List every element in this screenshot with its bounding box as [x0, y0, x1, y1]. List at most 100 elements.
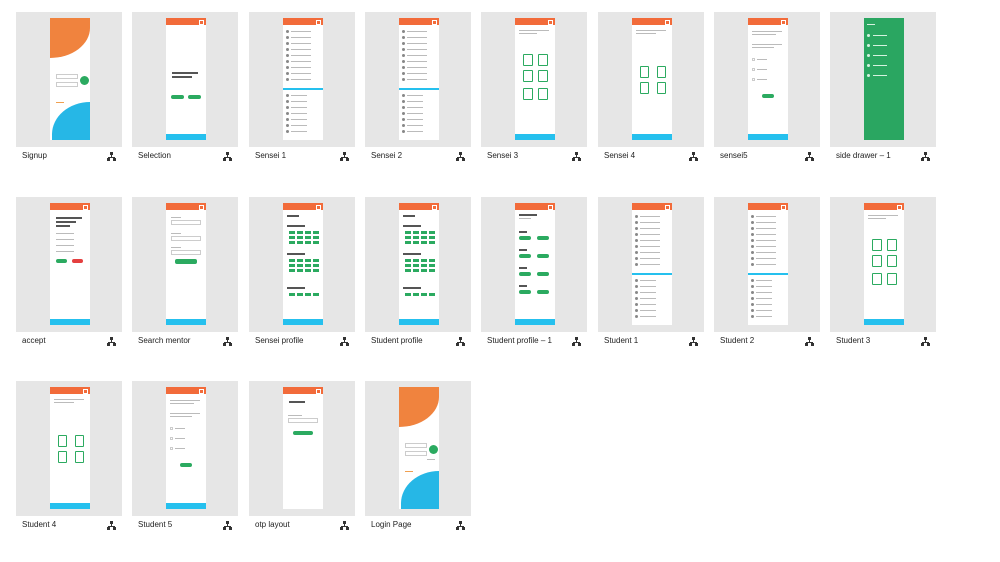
screen-preview — [399, 203, 439, 325]
share-icon[interactable] — [223, 152, 232, 162]
share-icon[interactable] — [921, 337, 930, 347]
share-icon[interactable] — [340, 152, 349, 162]
artboard-thumbnail[interactable] — [365, 12, 471, 147]
artboard-label[interactable]: Sensei 4 — [604, 151, 635, 160]
artboard-card-sensei-4[interactable]: Sensei 4 — [598, 12, 704, 183]
artboard-card-accept[interactable]: accept — [16, 197, 122, 368]
screen-preview — [864, 203, 904, 325]
artboard-label[interactable]: accept — [22, 336, 46, 345]
screen-preview — [50, 18, 90, 140]
share-icon[interactable] — [456, 521, 465, 531]
artboard-thumbnail[interactable] — [365, 381, 471, 516]
artboard-label[interactable]: Sensei 1 — [255, 151, 286, 160]
screen-preview — [632, 203, 672, 325]
artboard-label[interactable]: Sensei profile — [255, 336, 303, 345]
artboard-thumbnail[interactable] — [830, 12, 936, 147]
artboard-thumbnail[interactable] — [481, 12, 587, 147]
artboard-label[interactable]: Student 1 — [604, 336, 638, 345]
screen-preview — [515, 18, 555, 140]
artboard-card-student-2[interactable]: Student 2 — [714, 197, 820, 368]
artboard-label[interactable]: Student profile — [371, 336, 423, 345]
artboard-card-student-profile[interactable]: Student profile — [365, 197, 471, 368]
artboard-thumbnail[interactable] — [598, 197, 704, 332]
artboard-label[interactable]: Student 2 — [720, 336, 754, 345]
artboard-card-selection[interactable]: Selection — [132, 12, 238, 183]
artboard-thumbnail[interactable] — [249, 381, 355, 516]
share-icon[interactable] — [456, 337, 465, 347]
artboard-card-side-drawer-1[interactable]: side drawer – 1 — [830, 12, 936, 183]
artboard-card-student-3[interactable]: Student 3 — [830, 197, 936, 368]
share-icon[interactable] — [223, 521, 232, 531]
artboard-card-sensei5[interactable]: sensei5 — [714, 12, 820, 183]
artboard-label[interactable]: otp layout — [255, 520, 290, 529]
share-icon[interactable] — [921, 152, 930, 162]
artboard-label[interactable]: Login Page — [371, 520, 411, 529]
artboard-card-signup[interactable]: Signup — [16, 12, 122, 183]
artboard-thumbnail[interactable] — [132, 12, 238, 147]
screen-preview — [50, 387, 90, 509]
artboard-thumbnail[interactable] — [249, 12, 355, 147]
artboard-thumbnail[interactable] — [132, 197, 238, 332]
screen-preview — [283, 18, 323, 140]
artboard-card-student-5[interactable]: Student 5 — [132, 381, 238, 552]
artboard-label[interactable]: sensei5 — [720, 151, 748, 160]
screen-preview — [399, 18, 439, 140]
artboard-card-student-4[interactable]: Student 4 — [16, 381, 122, 552]
artboard-label[interactable]: Signup — [22, 151, 47, 160]
artboard-card-search-mentor[interactable]: Search mentor — [132, 197, 238, 368]
artboard-label[interactable]: Sensei 3 — [487, 151, 518, 160]
artboard-card-login-page[interactable]: Login Page — [365, 381, 471, 552]
artboard-thumbnail[interactable] — [16, 381, 122, 516]
share-icon[interactable] — [805, 152, 814, 162]
artboard-thumbnail[interactable] — [249, 197, 355, 332]
artboard-thumbnail[interactable] — [598, 12, 704, 147]
screen-preview — [399, 387, 439, 509]
share-icon[interactable] — [572, 337, 581, 347]
artboard-thumbnail[interactable] — [830, 197, 936, 332]
artboard-thumbnail[interactable] — [132, 381, 238, 516]
screen-preview — [166, 203, 206, 325]
artboard-label[interactable]: Student profile – 1 — [487, 336, 552, 345]
share-icon[interactable] — [107, 152, 116, 162]
share-icon[interactable] — [107, 337, 116, 347]
artboard-label[interactable]: side drawer – 1 — [836, 151, 891, 160]
artboard-label[interactable]: Student 4 — [22, 520, 56, 529]
artboard-thumbnail[interactable] — [365, 197, 471, 332]
artboard-label[interactable]: Sensei 2 — [371, 151, 402, 160]
artboard-label[interactable]: Student 5 — [138, 520, 172, 529]
artboard-label[interactable]: Search mentor — [138, 336, 190, 345]
share-icon[interactable] — [340, 337, 349, 347]
share-icon[interactable] — [340, 521, 349, 531]
share-icon[interactable] — [805, 337, 814, 347]
artboard-thumbnail[interactable] — [16, 197, 122, 332]
artboard-card-student-1[interactable]: Student 1 — [598, 197, 704, 368]
artboard-thumbnail[interactable] — [481, 197, 587, 332]
screen-preview — [166, 387, 206, 509]
artboard-card-otp-layout[interactable]: otp layout — [249, 381, 355, 552]
artboard-label[interactable]: Selection — [138, 151, 171, 160]
screen-preview — [283, 203, 323, 325]
screen-preview — [283, 387, 323, 509]
artboard-thumbnail[interactable] — [16, 12, 122, 147]
screen-preview — [864, 18, 904, 140]
artboard-thumbnail[interactable] — [714, 12, 820, 147]
artboard-card-sensei-3[interactable]: Sensei 3 — [481, 12, 587, 183]
screen-preview — [166, 18, 206, 140]
share-icon[interactable] — [689, 337, 698, 347]
artboard-label[interactable]: Student 3 — [836, 336, 870, 345]
artboard-card-sensei-1[interactable]: Sensei 1 — [249, 12, 355, 183]
share-icon[interactable] — [456, 152, 465, 162]
share-icon[interactable] — [689, 152, 698, 162]
screen-preview — [515, 203, 555, 325]
screen-preview — [748, 203, 788, 325]
artboard-card-sensei-2[interactable]: Sensei 2 — [365, 12, 471, 183]
screen-preview — [632, 18, 672, 140]
share-icon[interactable] — [223, 337, 232, 347]
screen-preview — [50, 203, 90, 325]
share-icon[interactable] — [107, 521, 116, 531]
share-icon[interactable] — [572, 152, 581, 162]
artboard-card-sensei-profile[interactable]: Sensei profile — [249, 197, 355, 368]
artboard-card-student-profile-1[interactable]: Student profile – 1 — [481, 197, 587, 368]
artboard-thumbnail[interactable] — [714, 197, 820, 332]
screen-preview — [748, 18, 788, 140]
